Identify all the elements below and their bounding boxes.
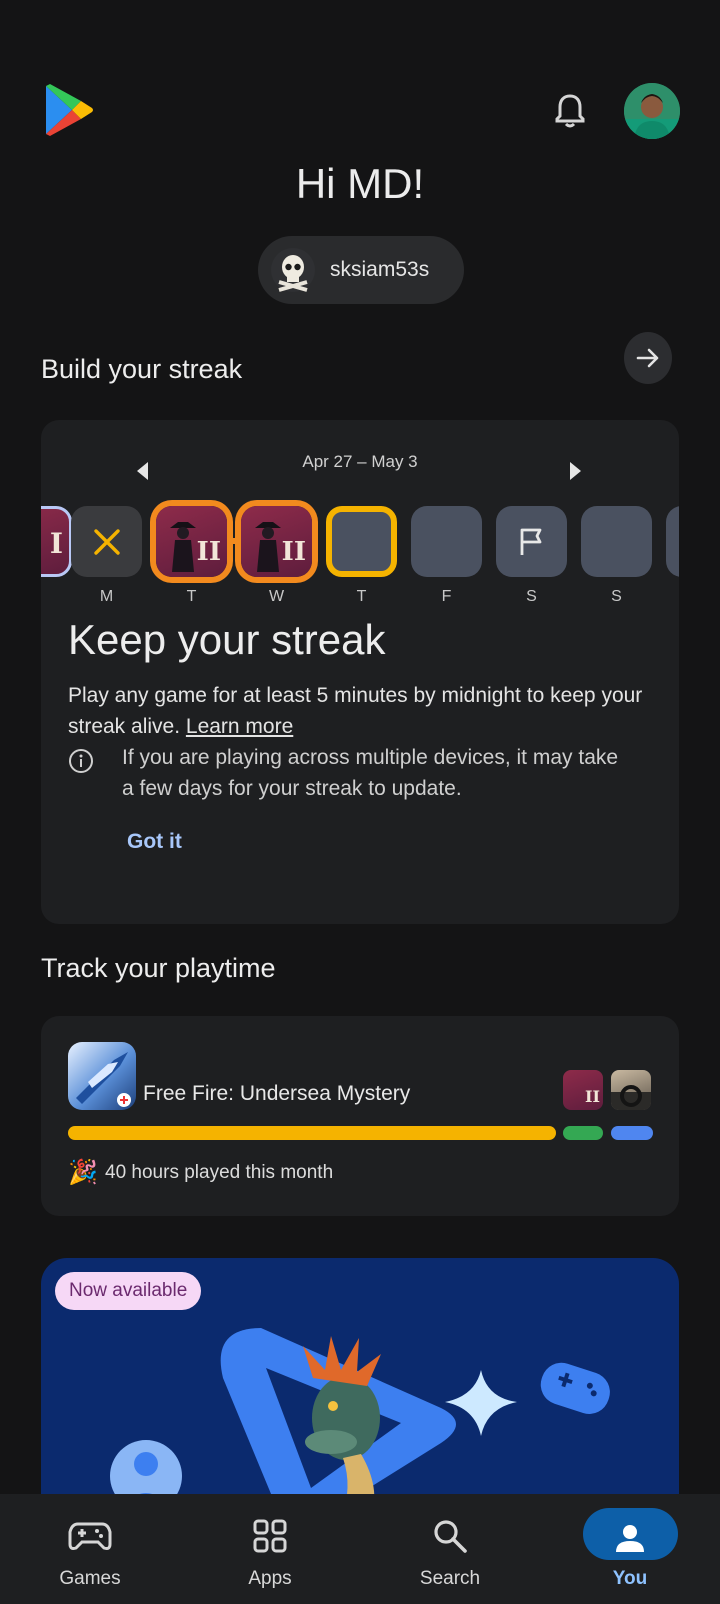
triangle-right-icon xyxy=(570,462,581,480)
nav-search[interactable]: Search xyxy=(360,1494,540,1604)
person-icon xyxy=(616,1525,644,1552)
multi-device-info: If you are playing across multiple devic… xyxy=(122,746,619,800)
playtime-card[interactable]: Free Fire: Undersea Mystery II 🎉 40 hour… xyxy=(41,1016,679,1216)
nav-you-label: You xyxy=(612,1568,648,1589)
day-letter-thu: T xyxy=(356,588,367,605)
game-character-icon xyxy=(255,522,281,572)
skull-avatar-icon xyxy=(270,246,316,294)
promo-banner[interactable]: Now available xyxy=(41,1258,679,1518)
bottom-navigation: Games Apps Search You xyxy=(0,1494,720,1604)
streak-details-button[interactable] xyxy=(624,332,672,384)
nav-games-label: Games xyxy=(59,1568,121,1589)
search-icon xyxy=(434,1520,467,1553)
gamer-profile-chip[interactable]: sksiam53s xyxy=(258,236,464,304)
day-letter-sun: S xyxy=(611,588,622,605)
got-it-button[interactable]: Got it xyxy=(127,830,182,854)
free-fire-app-icon xyxy=(68,1042,136,1110)
profile-avatar[interactable] xyxy=(624,83,680,139)
streak-day-fri[interactable] xyxy=(411,506,482,577)
streak-day-wed[interactable]: II xyxy=(241,506,312,577)
nav-games[interactable]: Games xyxy=(0,1494,180,1604)
learn-more-link[interactable]: Learn more xyxy=(186,715,293,738)
greeting-title: Hi MD! xyxy=(295,160,425,207)
keep-streak-title: Keep your streak xyxy=(68,616,386,663)
week-range-label: Apr 27 – May 3 xyxy=(302,452,418,471)
keep-streak-text: Play any game for at least 5 minutes by … xyxy=(68,684,643,738)
playtime-bar-top-game xyxy=(68,1126,556,1140)
nav-apps-label: Apps xyxy=(248,1568,292,1589)
streak-day-next xyxy=(666,506,679,577)
close-icon xyxy=(93,528,120,555)
nav-apps[interactable]: Apps xyxy=(180,1494,360,1604)
streak-connector xyxy=(227,538,241,544)
info-icon xyxy=(68,748,94,774)
next-week-button[interactable] xyxy=(569,462,581,485)
hours-played-summary: 40 hours played this month xyxy=(105,1162,334,1183)
playtime-bar-third-game xyxy=(611,1126,653,1140)
bell-icon[interactable] xyxy=(550,90,590,130)
streak-day-thu-today[interactable] xyxy=(326,506,397,577)
party-popper-icon: 🎉 xyxy=(68,1159,98,1186)
gamer-tag: sksiam53s xyxy=(330,258,430,281)
day-letter-sat: S xyxy=(526,588,537,605)
day-letter-mon: M xyxy=(99,588,114,605)
second-game-icon: II xyxy=(563,1070,603,1110)
apps-grid-icon xyxy=(253,1519,287,1553)
streak-day-sun[interactable] xyxy=(581,506,652,577)
day-letter-fri: F xyxy=(441,588,452,605)
day-letter-tue: T xyxy=(186,588,197,605)
arrow-right-icon xyxy=(636,348,659,368)
game-character-icon xyxy=(170,522,196,572)
dragon-illustration xyxy=(110,1328,610,1518)
nav-you[interactable]: You xyxy=(540,1494,720,1604)
playtime-bar-second-game xyxy=(563,1126,603,1140)
playtime-section-title: Track your playtime xyxy=(41,953,276,983)
streak-day-sat[interactable] xyxy=(496,506,567,577)
streak-day-tue[interactable]: II xyxy=(156,506,227,577)
streak-section-title: Build your streak xyxy=(41,354,243,384)
top-game-name: Free Fire: Undersea Mystery xyxy=(143,1082,411,1105)
nav-search-label: Search xyxy=(419,1568,481,1589)
streak-day-mon[interactable] xyxy=(71,506,142,577)
keep-streak-body: Play any game for at least 5 minutes by … xyxy=(68,680,648,742)
streak-day-previous: I xyxy=(41,506,72,577)
gamepad-icon xyxy=(68,1522,112,1550)
play-store-logo-icon xyxy=(44,84,94,136)
streak-card: Apr 27 – May 3 I M II T II W T F S S Kee… xyxy=(41,420,679,924)
third-game-icon xyxy=(611,1070,651,1110)
day-letter-wed: W xyxy=(268,588,285,605)
flag-icon xyxy=(520,528,541,555)
